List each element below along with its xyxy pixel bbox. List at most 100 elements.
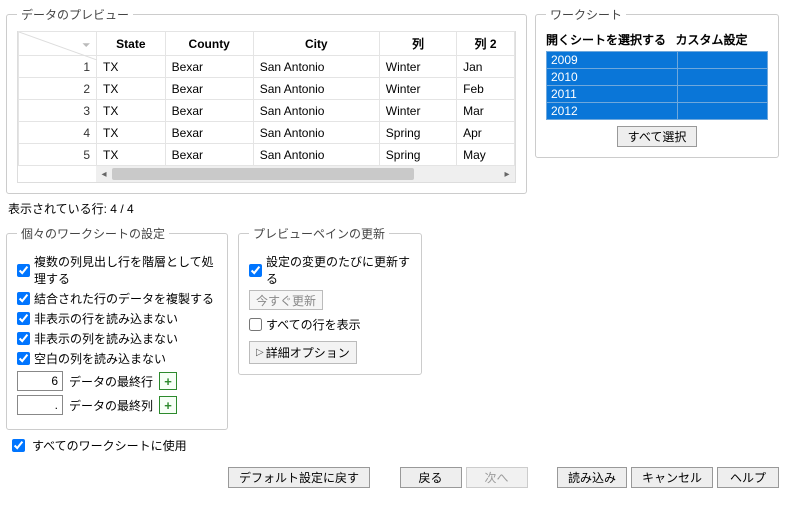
worksheet-row[interactable]: 2011 [547, 86, 768, 103]
chk-multi-header[interactable]: 複数の列見出し行を階層として処理する [17, 253, 217, 287]
cell[interactable]: Jan [457, 56, 515, 78]
apply-all-label: すべてのワークシートに使用 [32, 437, 187, 454]
cell[interactable]: TX [97, 122, 166, 144]
refresh-now-button[interactable]: 今すぐ更新 [249, 290, 323, 310]
cell[interactable]: Feb [457, 78, 515, 100]
col-header[interactable]: State [97, 32, 166, 56]
back-button[interactable]: 戻る [400, 467, 462, 488]
preview-table-wrap: ⏷ State County City 列 列 2 1TXBexarSan An… [17, 31, 516, 183]
chk-hidden-cols[interactable]: 非表示の列を読み込まない [17, 330, 217, 347]
last-col-input[interactable] [17, 395, 63, 415]
cell[interactable]: Spring [379, 144, 456, 166]
horizontal-scrollbar[interactable]: ◂ ▸ [96, 166, 515, 182]
col-header[interactable]: 列 [379, 32, 456, 56]
chk-hidden-rows[interactable]: 非表示の行を読み込まない [17, 310, 217, 327]
worksheets-group: ワークシート 開くシートを選択する カスタム設定 200920102011201… [535, 6, 779, 158]
chk-merged-rows-box[interactable] [17, 292, 30, 305]
worksheet-custom[interactable] [678, 69, 768, 86]
last-row-input[interactable] [17, 371, 63, 391]
col-header[interactable]: 列 2 [457, 32, 515, 56]
cell[interactable]: San Antonio [253, 100, 379, 122]
advanced-options-label: 詳細オプション [266, 344, 350, 361]
chk-hidden-rows-box[interactable] [17, 312, 30, 325]
row-number: 2 [19, 78, 97, 100]
worksheet-custom[interactable] [678, 52, 768, 69]
preview-refresh-group: プレビューペインの更新 設定の変更のたびに更新する 今すぐ更新 すべての行を表示… [238, 225, 422, 375]
data-preview-group: データのプレビュー ⏷ State County City 列 列 2 [6, 6, 527, 194]
cell[interactable]: Bexar [165, 122, 253, 144]
cell[interactable]: Winter [379, 56, 456, 78]
row-number: 3 [19, 100, 97, 122]
last-row-plus-icon[interactable]: + [159, 372, 177, 390]
chk-multi-header-box[interactable] [17, 264, 30, 277]
table-row[interactable]: 4TXBexarSan AntonioSpringApr [19, 122, 515, 144]
col-header[interactable]: City [253, 32, 379, 56]
worksheet-list[interactable]: 2009201020112012 [546, 51, 768, 120]
cell[interactable]: TX [97, 56, 166, 78]
chk-blank-cols-box[interactable] [17, 352, 30, 365]
chk-all-rows[interactable]: すべての行を表示 [249, 316, 411, 333]
last-col-plus-icon[interactable]: + [159, 396, 177, 414]
cell[interactable]: San Antonio [253, 78, 379, 100]
cell[interactable]: San Antonio [253, 122, 379, 144]
col-header[interactable]: County [165, 32, 253, 56]
cell[interactable]: TX [97, 78, 166, 100]
worksheet-name[interactable]: 2011 [547, 86, 678, 103]
chk-auto-refresh[interactable]: 設定の変更のたびに更新する [249, 253, 411, 287]
scroll-thumb[interactable] [112, 168, 414, 180]
cell[interactable]: Mar [457, 100, 515, 122]
ws-header-select: 開くシートを選択する [546, 31, 676, 48]
cell[interactable]: Bexar [165, 100, 253, 122]
last-col-label: データの最終列 [69, 397, 153, 414]
sort-icon: ⏷ [83, 40, 90, 51]
worksheet-row[interactable]: 2012 [547, 103, 768, 120]
row-number: 4 [19, 122, 97, 144]
worksheet-row[interactable]: 2009 [547, 52, 768, 69]
cell[interactable]: Bexar [165, 56, 253, 78]
table-row[interactable]: 2TXBexarSan AntonioWinterFeb [19, 78, 515, 100]
table-row[interactable]: 3TXBexarSan AntonioWinterMar [19, 100, 515, 122]
worksheet-name[interactable]: 2010 [547, 69, 678, 86]
chk-blank-cols[interactable]: 空白の列を読み込まない [17, 350, 217, 367]
cell[interactable]: Spring [379, 122, 456, 144]
chk-auto-refresh-box[interactable] [249, 264, 262, 277]
cell[interactable]: Bexar [165, 78, 253, 100]
disclosure-triangle-icon: ▷ [256, 347, 264, 358]
cell[interactable]: TX [97, 100, 166, 122]
worksheet-row[interactable]: 2010 [547, 69, 768, 86]
rows-shown-status: 表示されている行: 4 / 4 [8, 200, 777, 217]
worksheets-legend: ワークシート [546, 6, 626, 23]
cell[interactable]: May [457, 144, 515, 166]
restore-defaults-button[interactable]: デフォルト設定に戻す [228, 467, 370, 488]
load-button[interactable]: 読み込み [557, 467, 627, 488]
cell[interactable]: Winter [379, 78, 456, 100]
apply-all-checkbox[interactable]: すべてのワークシートに使用 [8, 436, 779, 455]
chk-merged-rows[interactable]: 結合された行のデータを複製する [17, 290, 217, 307]
cell[interactable]: TX [97, 144, 166, 166]
worksheet-name[interactable]: 2009 [547, 52, 678, 69]
cell[interactable]: Winter [379, 100, 456, 122]
chk-hidden-cols-box[interactable] [17, 332, 30, 345]
ws-header-custom: カスタム設定 [676, 31, 769, 48]
apply-all-box[interactable] [12, 439, 25, 452]
cell[interactable]: Bexar [165, 144, 253, 166]
cell[interactable]: Apr [457, 122, 515, 144]
scroll-right-icon[interactable]: ▸ [499, 166, 515, 182]
preview-table[interactable]: ⏷ State County City 列 列 2 1TXBexarSan An… [18, 31, 515, 166]
advanced-options-toggle[interactable]: ▷ 詳細オプション [249, 341, 357, 364]
last-row-label: データの最終行 [69, 373, 153, 390]
scroll-left-icon[interactable]: ◂ [96, 166, 112, 182]
select-all-button[interactable]: すべて選択 [617, 126, 698, 147]
scroll-track[interactable] [112, 166, 499, 182]
row-number: 5 [19, 144, 97, 166]
chk-all-rows-box[interactable] [249, 318, 262, 331]
individual-settings-group: 個々のワークシートの設定 複数の列見出し行を階層として処理する 結合された行のデ… [6, 225, 228, 430]
help-button[interactable]: ヘルプ [717, 467, 779, 488]
cell[interactable]: San Antonio [253, 144, 379, 166]
table-row[interactable]: 5TXBexarSan AntonioSpringMay [19, 144, 515, 166]
worksheet-custom[interactable] [678, 86, 768, 103]
cancel-button[interactable]: キャンセル [631, 467, 713, 488]
worksheet-custom[interactable] [678, 103, 768, 120]
cell[interactable]: San Antonio [253, 56, 379, 78]
worksheet-name[interactable]: 2012 [547, 103, 678, 120]
